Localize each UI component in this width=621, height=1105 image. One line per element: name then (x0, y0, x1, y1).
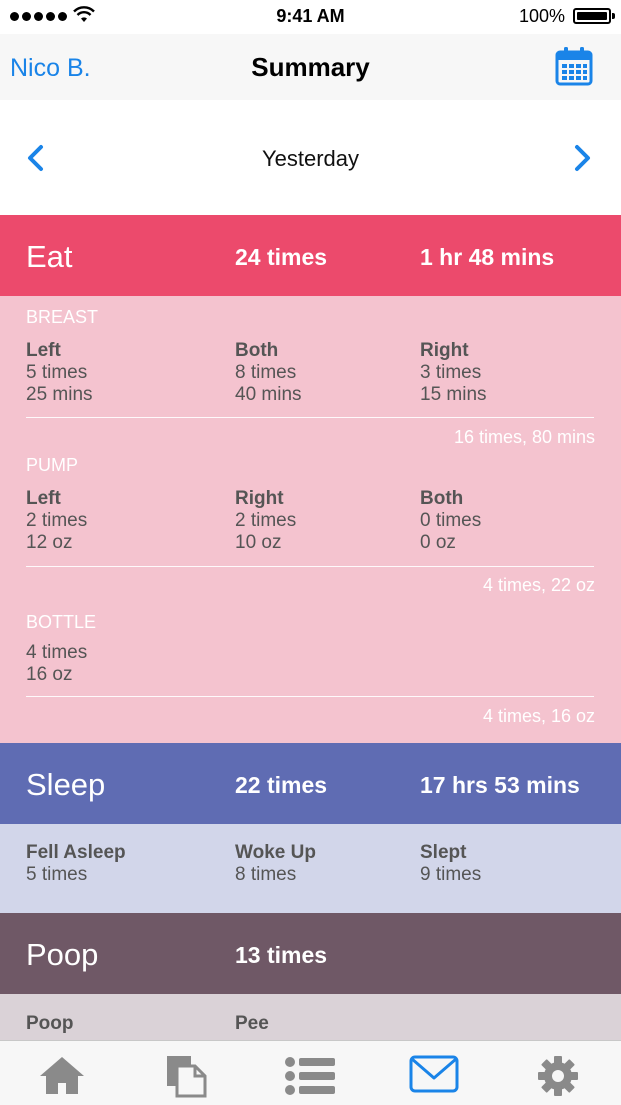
eat-title: Eat (26, 239, 73, 274)
mail-icon (409, 1055, 459, 1093)
breast-total: 16 times, 80 mins (453, 427, 595, 447)
woke-up: Woke Up 8 times (235, 842, 316, 885)
poop-label: Poop (26, 1013, 74, 1034)
tab-messages[interactable] (372, 1041, 496, 1105)
chevron-right-icon[interactable] (572, 144, 594, 172)
breast-heading: BREAST (26, 307, 99, 327)
poop-count: 13 times (235, 942, 328, 968)
bottle-total: 4 times, 16 oz (482, 706, 595, 726)
pump-right: Right 2 times 10 oz (235, 488, 297, 553)
home-icon (40, 1057, 84, 1094)
divider (26, 417, 594, 418)
tab-list[interactable] (248, 1041, 372, 1105)
pump-total: 4 times, 22 oz (482, 575, 595, 595)
sleep-duration: 17 hrs 53 mins (420, 772, 580, 798)
list-icon (285, 1057, 335, 1095)
bottle-heading: BOTTLE (26, 612, 97, 632)
divider (26, 566, 594, 567)
bottle-values: 4 times 16 oz (26, 642, 88, 685)
pump-left: Left 2 times 12 oz (26, 488, 88, 553)
sleep-details: Fell Asleep 5 times Woke Up 8 times Slep… (0, 824, 621, 913)
breast-right: Right 3 times 15 mins (420, 340, 487, 405)
eat-details: BREAST Left 5 times 25 mins Both 8 times… (0, 296, 621, 743)
navigation-bar: Nico B. Summary (0, 34, 621, 100)
calendar-icon[interactable] (555, 46, 593, 86)
date-navigator: Yesterday (0, 100, 621, 215)
sleep-section-header[interactable]: Sleep 22 times 17 hrs 53 mins (0, 743, 621, 824)
gear-icon (538, 1056, 578, 1096)
pump-heading: PUMP (26, 455, 79, 475)
sleep-count: 22 times (235, 772, 328, 798)
tab-documents[interactable] (124, 1041, 248, 1105)
divider (26, 696, 594, 697)
pump-both: Both 0 times 0 oz (420, 488, 482, 553)
breast-both: Both 8 times 40 mins (235, 340, 302, 405)
fell-asleep: Fell Asleep 5 times (26, 842, 126, 885)
tab-settings[interactable] (496, 1041, 620, 1105)
slept: Slept 9 times (420, 842, 482, 885)
tab-home[interactable] (0, 1041, 124, 1105)
poop-title: Poop (26, 937, 99, 972)
date-label: Yesterday (261, 146, 360, 171)
poop-section-header[interactable]: Poop 13 times (0, 913, 621, 994)
pee-label: Pee (235, 1013, 269, 1034)
status-bar: 9:41 AM 100% (0, 0, 621, 34)
breast-left: Left 5 times 25 mins (26, 340, 93, 405)
eat-duration: 1 hr 48 mins (420, 244, 555, 270)
battery-icon (573, 8, 611, 24)
page-title: Summary (251, 52, 370, 82)
tab-bar (0, 1040, 621, 1105)
eat-section-header[interactable]: Eat 24 times 1 hr 48 mins (0, 215, 621, 296)
documents-icon (167, 1056, 207, 1098)
battery-percent: 100% (518, 6, 565, 26)
poop-details: Poop Pee (0, 994, 621, 1044)
sleep-title: Sleep (26, 767, 106, 802)
eat-count: 24 times (235, 244, 328, 270)
